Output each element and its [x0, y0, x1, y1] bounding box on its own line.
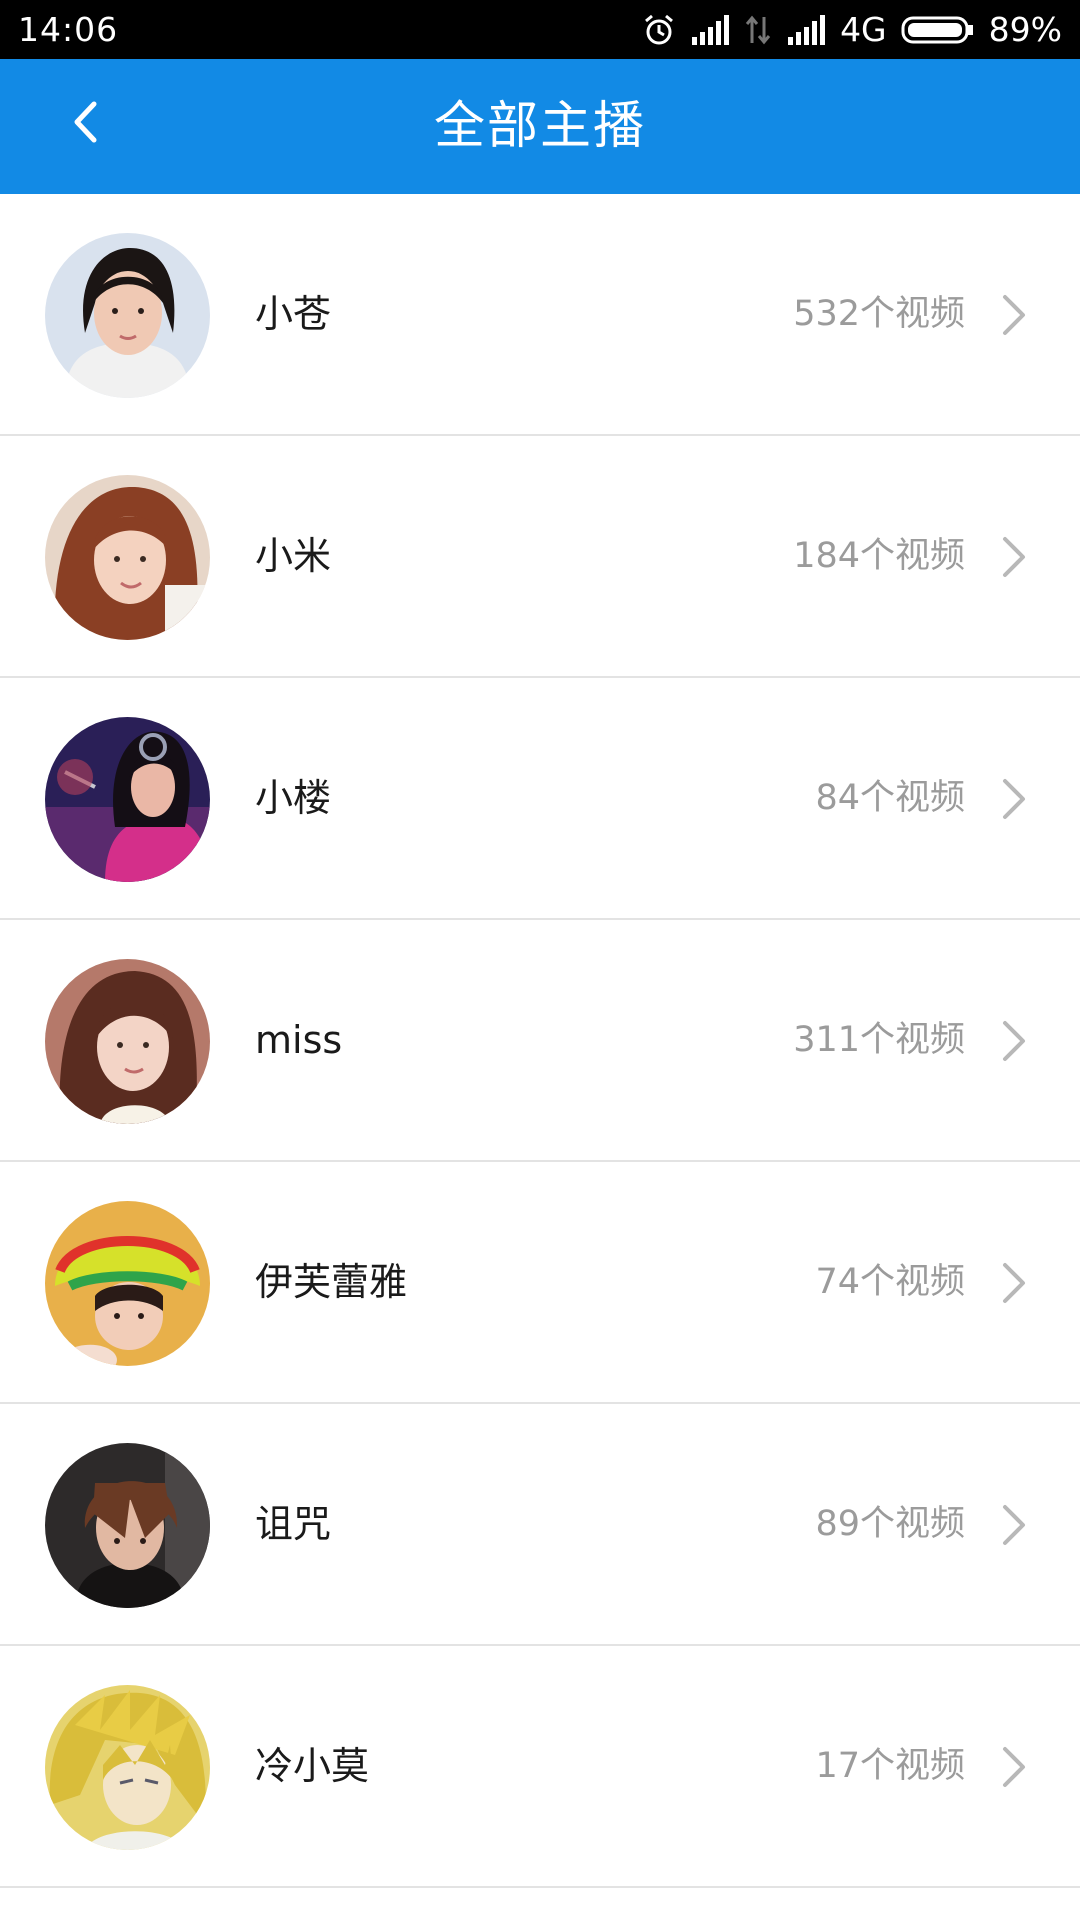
chevron-right-icon — [1003, 1021, 1025, 1061]
list-item[interactable]: 小苍 532个视频 — [0, 194, 1080, 436]
video-count: 84个视频 — [815, 778, 965, 818]
chevron-left-icon — [70, 100, 100, 148]
anchor-list: 小苍 532个视频 小米 184个视频 小楼 84个视频 miss 311个视频… — [0, 194, 1080, 1888]
chevron-right-icon — [1003, 295, 1025, 335]
anchor-name: 诅咒 — [255, 1502, 332, 1546]
page-title: 全部主播 — [433, 97, 646, 156]
video-count: 532个视频 — [793, 294, 965, 334]
status-time: 14:06 — [18, 10, 119, 49]
avatar — [45, 233, 210, 398]
list-item[interactable]: 伊芙蕾雅 74个视频 — [0, 1162, 1080, 1404]
data-arrows-icon — [744, 15, 772, 45]
avatar — [45, 717, 210, 882]
avatar — [45, 475, 210, 640]
chevron-right-icon — [1003, 1263, 1025, 1303]
status-icons: 4G 89% — [642, 0, 1062, 59]
list-item[interactable]: miss 311个视频 — [0, 920, 1080, 1162]
chevron-right-icon — [1003, 779, 1025, 819]
anchor-name: 小苍 — [255, 292, 332, 336]
avatar — [45, 959, 210, 1124]
list-item[interactable]: 冷小莫 17个视频 — [0, 1646, 1080, 1888]
anchor-name: 小楼 — [255, 776, 332, 820]
app-bar: 全部主播 — [0, 59, 1080, 194]
alarm-icon — [642, 13, 676, 47]
list-item[interactable]: 小米 184个视频 — [0, 436, 1080, 678]
status-bar: 14:06 4G 89% — [0, 0, 1080, 59]
video-count: 17个视频 — [815, 1746, 965, 1786]
list-item[interactable]: 小楼 84个视频 — [0, 678, 1080, 920]
video-count: 74个视频 — [815, 1262, 965, 1302]
avatar — [45, 1685, 210, 1850]
video-count: 311个视频 — [793, 1020, 965, 1060]
back-button[interactable] — [45, 84, 125, 164]
network-type: 4G — [840, 10, 887, 49]
signal-icon — [786, 14, 826, 45]
signal-icon — [690, 14, 730, 45]
anchor-name: miss — [255, 1018, 343, 1062]
anchor-name: 冷小莫 — [255, 1744, 370, 1788]
avatar — [45, 1443, 210, 1608]
video-count: 89个视频 — [815, 1504, 965, 1544]
video-count: 184个视频 — [793, 536, 965, 576]
anchor-name: 小米 — [255, 534, 332, 578]
chevron-right-icon — [1003, 537, 1025, 577]
chevron-right-icon — [1003, 1505, 1025, 1545]
chevron-right-icon — [1003, 1747, 1025, 1787]
battery-percent: 89% — [988, 10, 1062, 49]
list-item[interactable]: 诅咒 89个视频 — [0, 1404, 1080, 1646]
avatar — [45, 1201, 210, 1366]
battery-icon — [901, 15, 975, 45]
anchor-name: 伊芙蕾雅 — [255, 1260, 408, 1304]
